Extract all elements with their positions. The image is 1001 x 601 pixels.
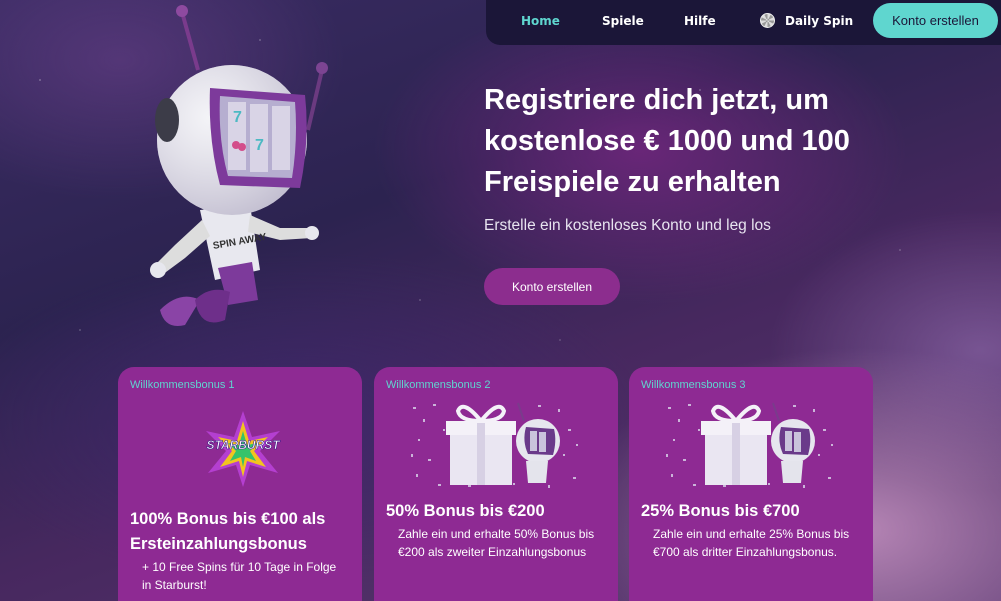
gift-robot-image [408,399,580,491]
card-text: Zahle ein und erhalte 50% Bonus bis €200… [398,527,595,559]
top-navigation: Home Spiele Hilfe Daily Spin Konto erste… [486,0,1001,45]
card-label: Willkommensbonus 2 [386,379,491,391]
wheel-icon [760,13,775,28]
gift-robot-image [663,399,835,491]
svg-text:7: 7 [233,109,242,126]
create-account-nav-button[interactable]: Konto erstellen [873,3,998,38]
card-label: Willkommensbonus 1 [130,379,235,391]
create-account-hero-button[interactable]: Konto erstellen [484,268,620,305]
card-text: Zahle ein und erhalte 25% Bonus bis €700… [653,527,850,559]
welcome-bonus-card-2[interactable]: Willkommensbonus 2 50% Bonus bis €200 Za… [374,367,618,601]
starburst-logo-text: STARBURST [206,438,281,452]
nav-spiele-link[interactable]: Spiele [602,14,644,28]
card-label: Willkommensbonus 3 [641,379,746,391]
hero-subtitle: Erstelle ein kostenloses Konto und leg l… [484,217,771,234]
card-title: 100% Bonus bis €100 als Ersteinzahlungsb… [130,510,326,553]
svg-text:7: 7 [255,137,264,154]
nav-daily-spin-link[interactable]: Daily Spin [760,13,853,28]
nav-hilfe-link[interactable]: Hilfe [684,14,716,28]
hero-title: Registriere dich jetzt, um kostenlose € … [484,84,850,198]
card-title: 50% Bonus bis €200 [386,502,545,520]
welcome-bonus-card-3[interactable]: Willkommensbonus 3 25% Bonus bis €700 Za… [629,367,873,601]
starburst-logo-icon: STARBURST [206,411,282,487]
card-title: 25% Bonus bis €700 [641,502,800,520]
card-text: + 10 Free Spins für 10 Tage in Folge in … [142,560,337,592]
nav-home-link[interactable]: Home [521,14,560,28]
robot-mascot-image: SPIN AWAY 7 7 [150,5,328,326]
welcome-bonus-card-1[interactable]: Willkommensbonus 1 STARBURST 100% Bonus … [118,367,362,601]
nav-daily-spin-label: Daily Spin [785,13,854,28]
